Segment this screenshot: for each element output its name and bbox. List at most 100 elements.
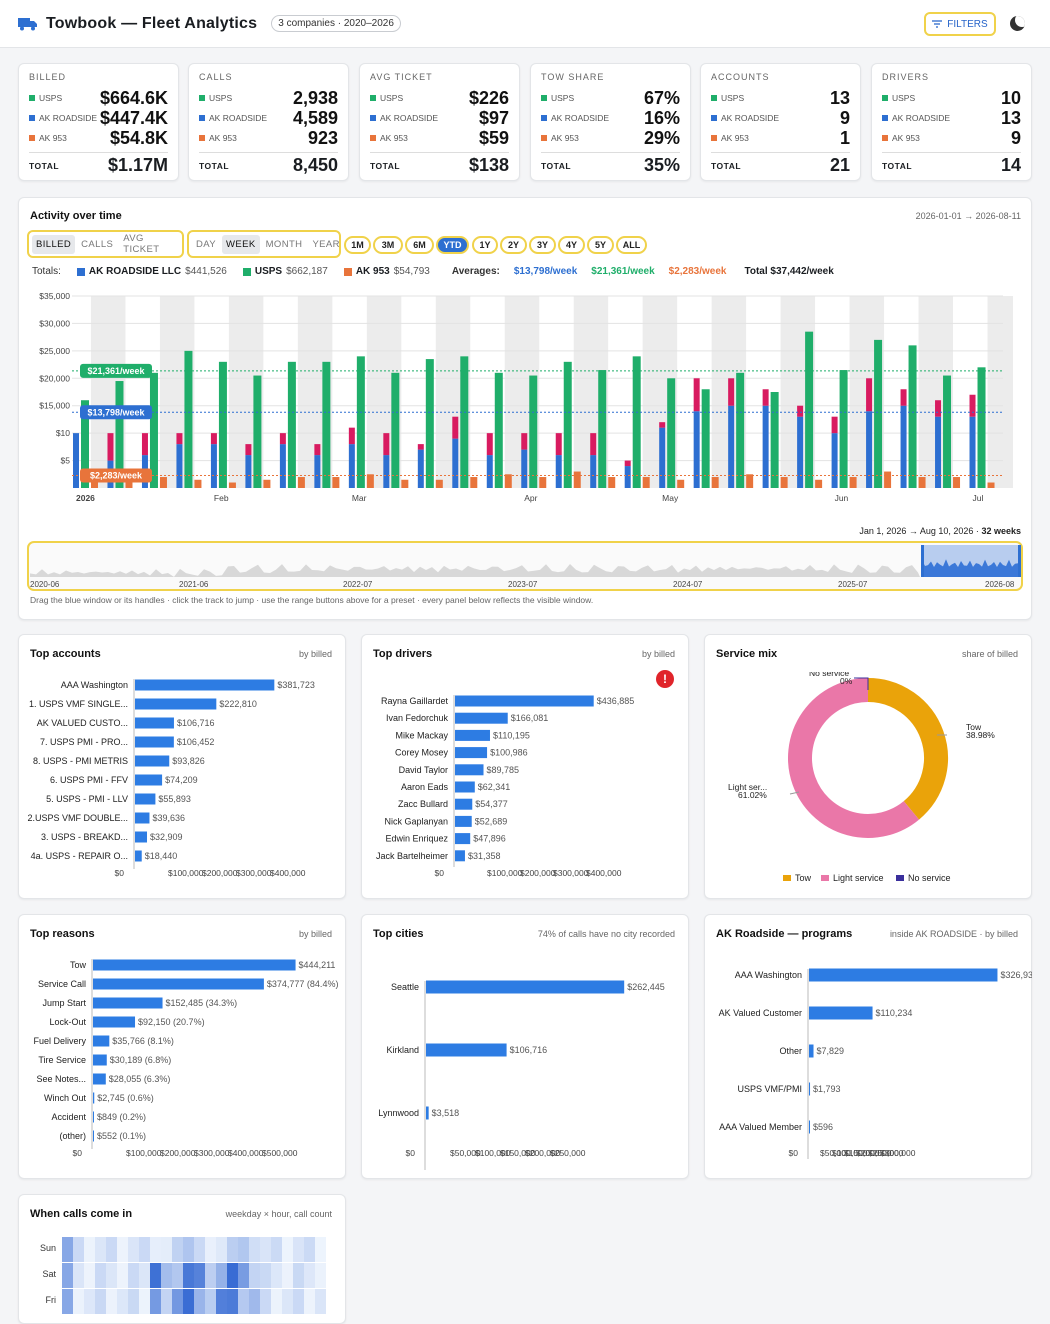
bar-ak-roadside xyxy=(383,455,390,488)
range-button[interactable]: 3Y xyxy=(529,236,556,254)
category-label: 3. USPS - BREAKD... xyxy=(41,832,128,842)
kpi-row: USPS $226 xyxy=(370,88,509,108)
dark-mode-toggle-icon[interactable] xyxy=(1010,16,1025,31)
kpi-total-row: TOTAL $1.17M xyxy=(29,152,168,176)
bar-ak-roadside xyxy=(417,449,424,488)
kpi-row-name: AK 953 xyxy=(551,133,579,143)
range-button[interactable]: YTD xyxy=(436,236,469,254)
kpi-card: AVG TICKET USPS $226 AK ROADSIDE $97 AK 953 $5… xyxy=(359,63,520,181)
total-name: USPS xyxy=(254,266,283,277)
bar xyxy=(455,798,473,810)
value-label: $18,440 xyxy=(145,851,178,861)
window-handle-right[interactable] xyxy=(1018,545,1021,577)
value-label: $93,826 xyxy=(172,756,205,766)
category-label: USPS VMF/PMI xyxy=(737,1084,802,1094)
overview-slider[interactable]: 2020-06 2021-06 2022-07 2023-07 2024-07 2025-… xyxy=(27,541,1023,591)
category-label: Tow xyxy=(70,960,87,970)
bar-ak953 xyxy=(194,479,202,488)
heat-cell xyxy=(139,1289,150,1314)
legend-label: Light service xyxy=(833,873,884,883)
category-label: Other xyxy=(779,1046,802,1056)
kpi-card: TOW SHARE USPS 67% AK ROADSIDE 16% AK 953 29% T… xyxy=(530,63,691,181)
bar-ak-roadside xyxy=(486,455,493,488)
kpi-title: CALLS xyxy=(199,72,233,82)
bar-ak-roadside-pink xyxy=(935,400,942,417)
metric-selector: BILLED CALLS AVG TICKET xyxy=(27,230,184,258)
bar xyxy=(135,679,275,691)
bar-usps xyxy=(563,361,572,488)
metric-option[interactable]: CALLS xyxy=(77,235,117,254)
panel-title: Top reasons xyxy=(30,928,95,940)
bar-usps xyxy=(356,356,365,488)
filters-button[interactable]: FILTERS xyxy=(924,12,996,36)
heat-cell xyxy=(216,1237,227,1262)
kpi-row-name: USPS xyxy=(39,93,63,103)
panel-subtitle: by billed xyxy=(298,929,332,939)
average-value: $2,283/week xyxy=(668,266,727,277)
bar xyxy=(135,850,142,862)
bar-ak-roadside-pink xyxy=(624,460,631,467)
metric-option[interactable]: AVG TICKET xyxy=(119,229,179,259)
x-tick-label: $0 xyxy=(406,1148,416,1158)
overview-tick: 2020-06 xyxy=(30,580,60,589)
range-button[interactable]: 1M xyxy=(344,236,371,254)
kpi-row: AK ROADSIDE 16% xyxy=(541,108,680,128)
grain-option[interactable]: MONTH xyxy=(262,235,307,254)
heat-cell xyxy=(249,1237,260,1262)
grain-option[interactable]: YEAR xyxy=(308,235,343,254)
kpi-row-value: 16% xyxy=(643,107,680,128)
kpi-total-row: TOTAL $138 xyxy=(370,152,509,176)
range-button[interactable]: 3M xyxy=(373,236,403,254)
range-button[interactable]: 5Y xyxy=(587,236,614,254)
bar-ak-roadside-pink xyxy=(141,433,148,456)
bar-chart: AAA Washington $381,723 1. USPS VMF SINGLE… xyxy=(27,679,315,878)
range-button[interactable]: 2Y xyxy=(500,236,527,254)
range-button[interactable]: 4Y xyxy=(558,236,585,254)
overview-tick: 2024-07 xyxy=(673,580,703,589)
x-tick-label: Jul xyxy=(973,493,984,503)
value-label: $381,723 xyxy=(277,680,315,690)
kpi-row-name: AK ROADSIDE xyxy=(380,113,439,123)
kpi-row-name: AK 953 xyxy=(380,133,408,143)
heat-cell xyxy=(315,1289,326,1314)
grain-option[interactable]: DAY xyxy=(192,235,220,254)
overview-tick: 2021-06 xyxy=(179,580,209,589)
bar-ak953 xyxy=(953,477,961,488)
bar-ak953 xyxy=(228,482,236,488)
bar-ak953 xyxy=(849,477,857,488)
scope-pill[interactable]: 3 companies · 2020–2026 xyxy=(271,15,401,32)
kpi-row: AK ROADSIDE $447.4K xyxy=(29,108,168,128)
heat-cell xyxy=(271,1237,282,1262)
bar xyxy=(455,712,508,724)
heat-cell xyxy=(315,1237,326,1262)
range-button[interactable]: ALL xyxy=(616,236,647,254)
y-tick-label: $20,000 xyxy=(39,373,70,383)
value-label: $110,234 xyxy=(876,1008,913,1018)
heat-cell xyxy=(84,1237,95,1262)
category-label: AAA Washington xyxy=(61,680,128,690)
grain-option[interactable]: WEEK xyxy=(222,234,260,254)
value-label: $92,150 (20.7%) xyxy=(138,1017,205,1027)
range-button[interactable]: 6M xyxy=(405,236,434,254)
y-tick-label: $15,000 xyxy=(39,401,70,411)
kpi-row-value: 9 xyxy=(839,107,850,128)
filter-icon xyxy=(932,20,943,28)
heat-cell xyxy=(249,1263,260,1288)
kpi-row-value: $447.4K xyxy=(99,107,168,128)
window-handle-left[interactable] xyxy=(921,545,924,577)
kpi-row-label: AK 953 xyxy=(541,133,644,143)
bar-ak953 xyxy=(884,471,892,488)
value-label: $436,885 xyxy=(597,696,635,706)
kpi-total-label: TOTAL xyxy=(882,160,913,171)
bar-ak-roadside xyxy=(452,438,459,488)
bar xyxy=(455,833,471,845)
heat-cell xyxy=(238,1289,249,1314)
heat-cell xyxy=(117,1263,128,1288)
range-button[interactable]: 1Y xyxy=(472,236,498,254)
alert-icon[interactable]: ! xyxy=(656,670,674,688)
bar-usps xyxy=(425,359,434,488)
metric-option[interactable]: BILLED xyxy=(32,234,76,254)
bar-ak-roadside xyxy=(797,416,804,488)
bar-usps xyxy=(770,392,779,488)
heat-cell xyxy=(282,1289,293,1314)
